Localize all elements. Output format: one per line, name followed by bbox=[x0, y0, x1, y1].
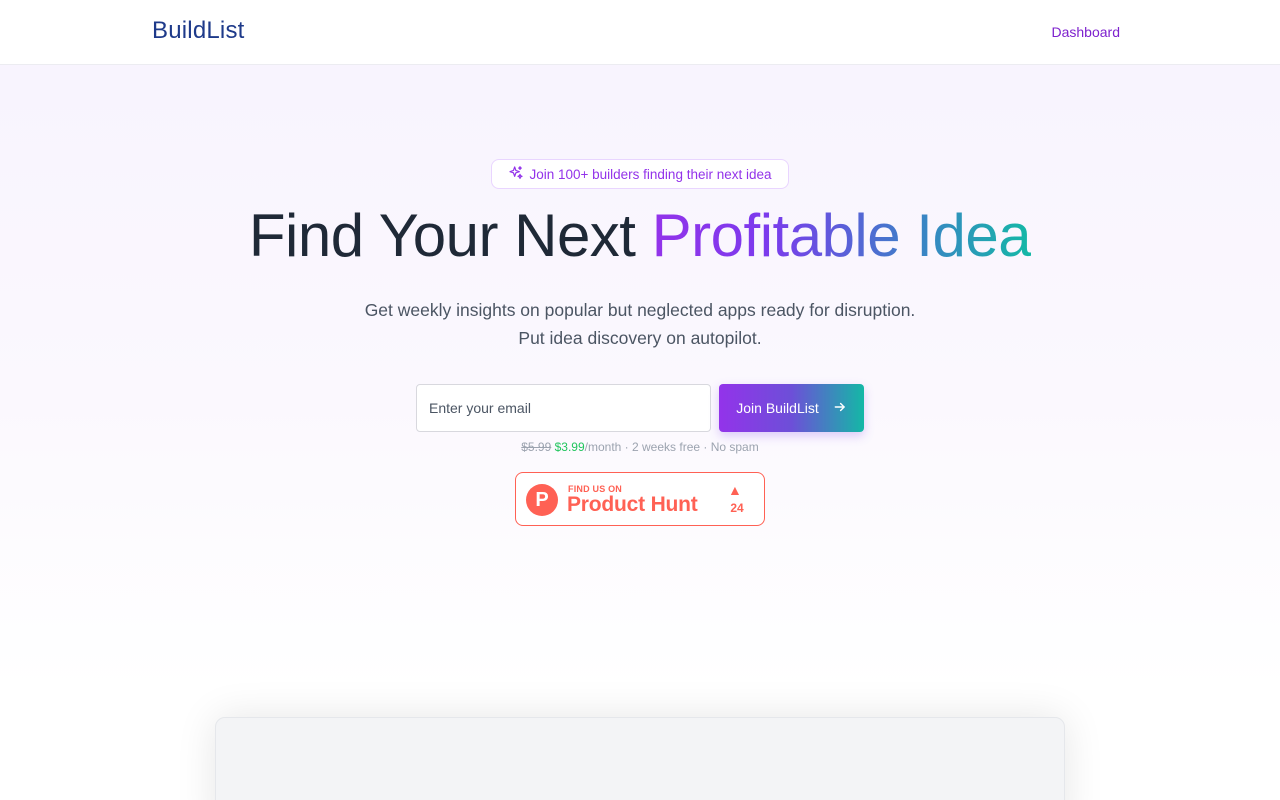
dashboard-link[interactable]: Dashboard bbox=[1052, 24, 1121, 40]
pricing-details: /month · 2 weeks free · No spam bbox=[584, 440, 759, 454]
top-header: BuildList Dashboard bbox=[0, 0, 1280, 65]
hero-section: Join 100+ builders finding their next id… bbox=[0, 65, 1280, 800]
pricing-note: $5.99 $3.99/month · 2 weeks free · No sp… bbox=[0, 440, 1280, 454]
product-hunt-name: Product Hunt bbox=[567, 493, 698, 516]
headline-plain: Find Your Next bbox=[248, 202, 636, 269]
subheadline-line-1: Get weekly insights on popular but negle… bbox=[364, 300, 916, 320]
app-preview-panel bbox=[215, 717, 1065, 800]
arrow-right-icon bbox=[833, 400, 847, 417]
page-title: Find Your Next Profitable Idea bbox=[0, 201, 1280, 271]
join-button-label: Join BuildList bbox=[736, 400, 819, 416]
subheadline-line-2: Put idea discovery on autopilot. bbox=[518, 328, 762, 348]
product-hunt-logo-icon: P bbox=[526, 484, 558, 516]
upvote-count: 24 bbox=[730, 501, 744, 515]
logo[interactable]: BuildList bbox=[152, 17, 245, 45]
join-button[interactable]: Join BuildList bbox=[719, 384, 864, 432]
email-input[interactable] bbox=[416, 384, 711, 432]
old-price: $5.99 bbox=[521, 440, 552, 454]
sparkles-icon bbox=[508, 165, 524, 184]
new-price: $3.99 bbox=[554, 440, 585, 454]
headline-highlight: Profitable Idea bbox=[651, 202, 1032, 269]
builders-badge: Join 100+ builders finding their next id… bbox=[491, 159, 789, 189]
subheadline: Get weekly insights on popular but negle… bbox=[0, 296, 1280, 352]
badge-text: Join 100+ builders finding their next id… bbox=[529, 166, 772, 182]
upvote-arrow-icon: ▲ bbox=[728, 482, 742, 498]
product-hunt-badge[interactable]: P FIND US ON Product Hunt ▲ 24 bbox=[515, 472, 765, 526]
